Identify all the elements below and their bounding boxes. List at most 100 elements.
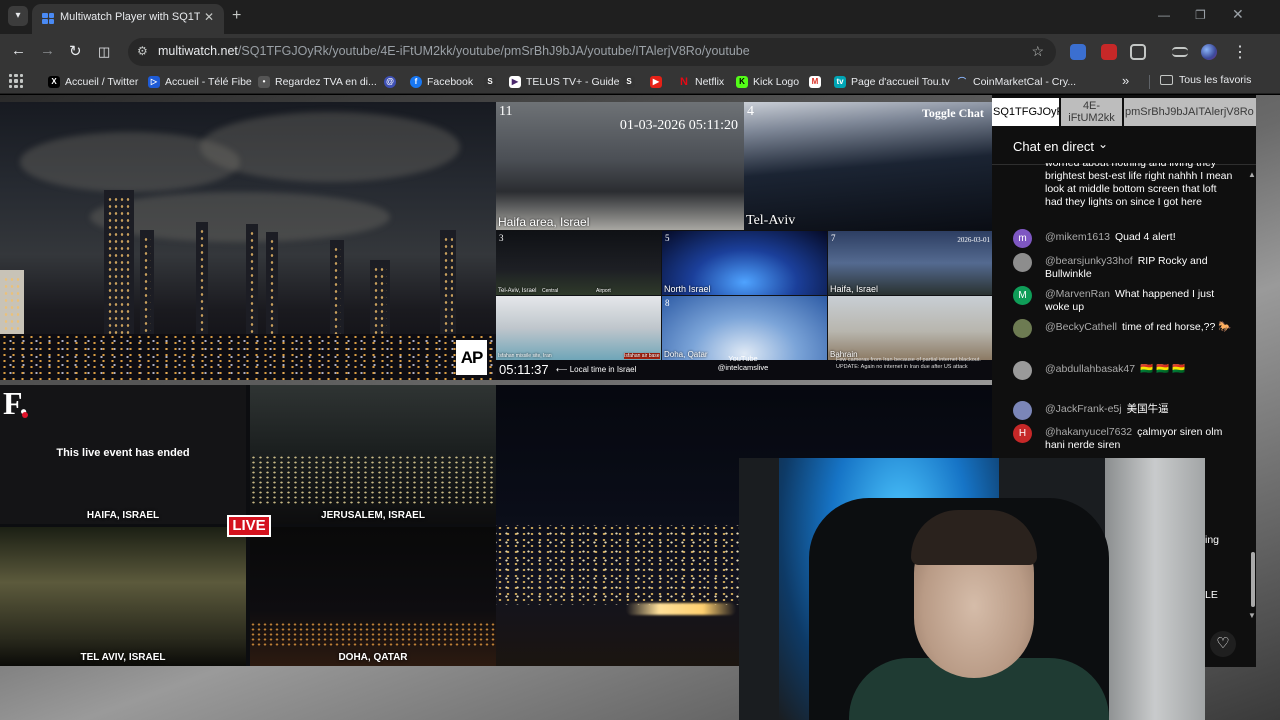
chat-author[interactable]: @hakanyucel7632 [1045,426,1132,438]
cam-north-israel: 5 North Israel [662,231,827,295]
bookmark-label: TELUS TV+ - Guide [526,76,620,88]
youtube-label: YouTube [728,354,758,363]
bookmark-fibe[interactable]: ▷ Accueil - Télé Fibe [148,74,252,90]
heart-reaction-icon[interactable]: ♡ [1210,631,1236,657]
multiwatch-favicon-icon [42,13,54,24]
chat-message: m @mikem1613 Quad 4 alert! [1013,229,1238,248]
bookmark-coinmarketcal[interactable]: ⌒ CoinMarketCal - Cry... [956,74,1076,90]
bookmark-gmail[interactable]: M [809,74,821,90]
live-badge: LIVE [227,515,271,537]
all-bookmarks-folder[interactable]: Tous les favoris [1160,74,1251,86]
kick-icon: K [736,76,748,88]
bookmark-telus[interactable]: ▶ TELUS TV+ - Guide [509,74,619,90]
chevron-down-icon[interactable]: ⌄ [1098,137,1108,151]
extensions-puzzle-icon[interactable] [1130,44,1146,60]
chat-partial-text: ing [1205,534,1220,546]
bookmark-tva[interactable]: • Regardez TVA en di... [258,74,377,90]
bookmark-blue[interactable]: @ [384,74,396,90]
extension-icon[interactable] [1070,44,1086,60]
new-tab-icon[interactable]: + [232,7,241,25]
x-icon: X [48,76,60,88]
bookmarks-divider [1149,75,1150,89]
israel-local-time: 05:11:37 [499,362,549,377]
bookmark-steam[interactable]: S [484,74,496,90]
chat-author[interactable]: @JackFrank-e5j [1045,403,1122,415]
active-tab[interactable]: Multiwatch Player with SQ1TFGJOyRk ✕ [32,4,224,34]
bookmark-toutv[interactable]: tv Page d'accueil Tou.tv [834,74,950,90]
cloud [90,192,390,242]
avatar [1013,253,1032,272]
chat-tab-1[interactable]: SQ1TFGJOyRk [992,98,1059,126]
bookmarks-overflow-icon[interactable]: » [1122,73,1129,88]
avatar [1013,401,1032,420]
cam-location-label: North Israel [664,284,711,294]
menu-icon[interactable]: ⋮ [1232,42,1248,62]
building [330,240,344,340]
video-player-intelcams[interactable]: 11 01-03-2026 05:11:20 Haifa area, Israe… [496,102,992,380]
url-text[interactable]: multiwatch.net/SQ1TFGJOyRk/youtube/4E-iF… [158,44,750,58]
chat-tabs: SQ1TFGJOyRk 4E-iFtUM2kk pmSrBhJ9bJAITAle… [992,98,1256,126]
chat-author[interactable]: @BeckyCathell [1045,321,1117,333]
cam-tel-aviv: 4 Tel-Aviv [744,102,992,230]
close-window-icon[interactable]: ✕ [1232,6,1244,23]
chat-author[interactable]: @bearsjunky33hof [1045,255,1133,267]
profile-avatar[interactable] [1201,44,1217,60]
bookmark-label: Accueil - Télé Fibe [165,76,252,88]
bookmark-twitter[interactable]: X Accueil / Twitter [48,74,138,90]
cam-number: 8 [665,298,670,308]
scroll-up-icon[interactable]: ▲ [1248,170,1256,179]
facebook-icon: f [410,76,422,88]
chat-author[interactable]: @mikem1613 [1045,231,1110,243]
minimize-icon[interactable]: — [1158,8,1170,22]
apps-grid-icon[interactable] [9,74,23,88]
bookmark-youtube[interactable]: ▶ [650,74,662,90]
chat-message: M @MarvenRan What happened I just woke up [1013,286,1238,314]
gmail-icon: M [809,76,821,88]
video-player-skyline[interactable]: AP [0,102,496,380]
bookmark-steam-2[interactable]: S [623,74,635,90]
reload-icon[interactable]: ↻ [69,42,82,60]
extension-badge-icon[interactable] [1101,44,1117,60]
forward-icon[interactable]: → [40,42,55,59]
site-info-icon[interactable]: ⚙ [137,44,148,58]
coinmarketcal-icon: ⌒ [958,77,966,86]
chat-tab-2[interactable]: 4E-iFtUM2kk [1061,98,1122,126]
video-player-cities[interactable]: F. This live event has ended HAIFA, ISRA… [0,385,496,666]
bookmark-kick[interactable]: K Kick Logo [736,74,799,90]
chat-message: H @hakanyucel7632 çalmıyor siren olm hani… [1013,424,1238,452]
toggle-chat-button[interactable]: Toggle Chat [922,106,984,121]
chat-author[interactable]: @abdullahbasak47 [1045,363,1135,375]
chat-text: Quad 4 alert! [1114,231,1176,243]
steam-icon: S [484,76,496,88]
bookmark-star-icon[interactable]: ☆ [1031,43,1044,60]
channel-handle: @intelcamslive [717,363,769,372]
address-bar[interactable]: ⚙ multiwatch.net/SQ1TFGJOyRk/youtube/4E-… [128,38,1056,66]
back-icon[interactable]: ← [11,42,26,59]
avatar: m [1013,229,1032,248]
chat-tab-3[interactable]: pmSrBhJ9bJAITAlerjV8Ro [1124,98,1256,126]
bookmark-netflix[interactable]: N Netflix [678,74,724,90]
bookmark-facebook[interactable]: f Facebook [410,74,473,90]
scroll-thumb[interactable] [1251,552,1255,607]
maximize-icon[interactable]: ❐ [1195,8,1206,22]
tab-search-icon[interactable]: ▾ [8,6,28,26]
chat-message: @bearsjunky33hof RIP Rocky and Bullwinkle [1013,253,1238,281]
chat-author[interactable]: @MarvenRan [1045,288,1110,300]
scroll-down-icon[interactable]: ▼ [1248,611,1256,620]
split-view-icon[interactable]: ◫ [98,44,110,60]
chat-scrollbar[interactable]: ▲ ▼ [1248,170,1256,620]
tab-close-icon[interactable]: ✕ [204,10,214,24]
tab-title: Multiwatch Player with SQ1TFGJOyRk [60,11,200,23]
cam-number: 7 [831,233,836,243]
chat-message: @BeckyCathell time of red horse,?? 🐎 [1013,319,1238,338]
avatar: M [1013,286,1032,305]
cam-location-label: Tel-Aviv [746,213,796,228]
all-bookmarks-label: Tous les favoris [1179,74,1252,86]
bookmark-label: Facebook [427,76,474,88]
media-controls-icon[interactable] [1172,47,1188,57]
avatar [1013,361,1032,380]
quadrant-haifa: F. This live event has ended HAIFA, ISRA… [0,385,246,524]
cam-number: 5 [665,233,670,243]
city-lights [250,455,496,505]
bookmark-label: Kick Logo [753,76,800,88]
